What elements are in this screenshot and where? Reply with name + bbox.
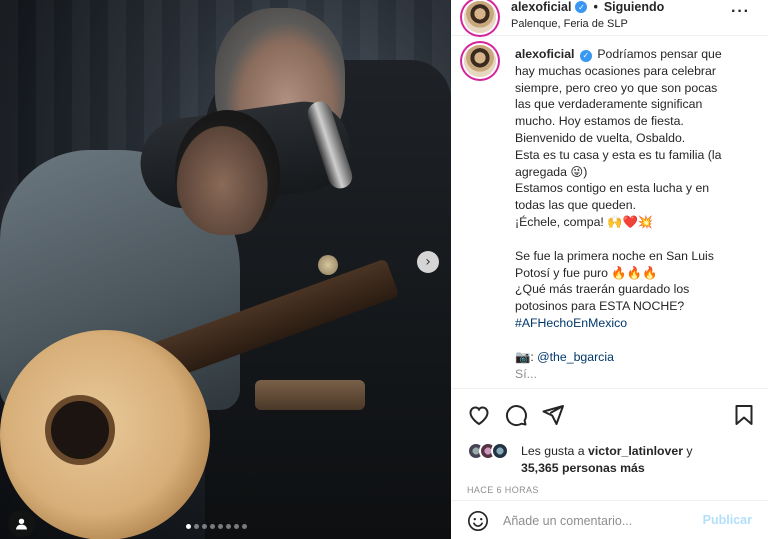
- mention-link[interactable]: @the_bgarcia: [537, 350, 614, 364]
- carousel-dot: [194, 524, 199, 529]
- caption-line: ¡Échele, compa! 🙌❤️💥: [515, 214, 654, 229]
- likes-text: Les gusta a victor_latinlover y 35,365 p…: [521, 443, 761, 477]
- caption-line: Podríamos pensar que: [597, 47, 722, 61]
- carousel-dot: [226, 524, 231, 529]
- caption-line: Estamos contigo en esta lucha y en: [515, 181, 710, 196]
- liker-username[interactable]: victor_latinlover: [588, 444, 683, 458]
- post-timestamp[interactable]: HACE 6 HORAS: [467, 485, 539, 495]
- tagged-users-button[interactable]: [8, 510, 35, 537]
- location-link[interactable]: Palenque, Feria de SLP: [511, 18, 628, 30]
- caption-cut-line: Sí...: [515, 366, 537, 381]
- comment-bar: Publicar: [451, 500, 768, 539]
- likes-count[interactable]: 35,365 personas más: [521, 461, 645, 475]
- belt-buckle: [255, 380, 365, 410]
- verified-badge-icon: ✓: [575, 1, 588, 13]
- caption-scroll-area[interactable]: alexoficial ✓ Podríamos pensar que hay m…: [451, 36, 768, 386]
- action-bar: [451, 388, 768, 438]
- caption-username[interactable]: alexoficial: [515, 47, 574, 61]
- carousel-dot: [186, 524, 191, 529]
- camera-emoji: 📷: [515, 349, 531, 364]
- caption-line: las que verdaderamente significan: [515, 97, 703, 112]
- bookmark-icon[interactable]: [732, 403, 756, 427]
- caption-line: siempre, pero creo yo que son pocas: [515, 80, 718, 95]
- post-header: alexoficial ✓ • Siguiendo Palenque, Feri…: [451, 0, 768, 36]
- verified-badge-icon: ✓: [579, 50, 592, 63]
- heart-icon[interactable]: [467, 403, 491, 427]
- post-image[interactable]: ›: [0, 0, 451, 539]
- caption-line: mucho. Hoy estamos de fiesta.: [515, 114, 684, 129]
- caption-line: potosinos para ESTA NOCHE?: [515, 299, 685, 314]
- comment-icon[interactable]: [504, 403, 528, 427]
- caption-line: hay muchas ocasiones para celebrar: [515, 63, 716, 78]
- caption-line: Potosí y fue puro 🔥🔥🔥: [515, 265, 658, 280]
- medal: [318, 255, 338, 275]
- comment-input[interactable]: [503, 511, 693, 531]
- caption-line: Se fue la primera noche en San Luis: [515, 248, 714, 263]
- avatar[interactable]: [464, 1, 496, 33]
- more-horizontal-icon[interactable]: ···: [731, 3, 750, 21]
- user-icon: [16, 518, 27, 530]
- caption-line: todas las que queden.: [515, 198, 637, 213]
- publish-button[interactable]: Publicar: [703, 513, 752, 527]
- guitarist-head: [175, 110, 280, 235]
- caption-text: alexoficial ✓ Podríamos pensar que hay m…: [515, 46, 755, 382]
- carousel-dot: [210, 524, 215, 529]
- carousel-dot: [242, 524, 247, 529]
- post-panel: alexoficial ✓ • Siguiendo Palenque, Feri…: [451, 0, 768, 539]
- carousel-indicator: [186, 524, 247, 529]
- guitar-body: [0, 330, 210, 539]
- liker-avatars[interactable]: [467, 442, 517, 462]
- avatar: [491, 442, 509, 460]
- hashtag-link[interactable]: #AFHechoEnMexico: [515, 315, 755, 332]
- caption-line: Esta es tu casa y esta es tu familia (la: [515, 147, 722, 162]
- emoji-icon[interactable]: [467, 510, 489, 532]
- separator-dot: •: [593, 0, 598, 14]
- caption-avatar[interactable]: [464, 45, 496, 77]
- caption-line: Bienvenido de vuelta, Osbaldo.: [515, 130, 686, 145]
- carousel-dot: [218, 524, 223, 529]
- carousel-dot: [202, 524, 207, 529]
- chevron-right-icon: ›: [425, 254, 431, 270]
- send-icon[interactable]: [541, 403, 565, 427]
- likes-prefix: Les gusta a: [521, 444, 588, 458]
- header-user-row: alexoficial ✓ • Siguiendo: [511, 0, 664, 14]
- carousel-dot: [234, 524, 239, 529]
- caption-line: agregada 😜): [515, 164, 588, 179]
- carousel-next-button[interactable]: ›: [417, 251, 439, 273]
- likes-conj: y: [683, 444, 693, 458]
- following-button[interactable]: Siguiendo: [604, 0, 664, 14]
- username-link[interactable]: alexoficial: [511, 0, 571, 14]
- caption-line: ¿Qué más traerán guardado los: [515, 282, 690, 297]
